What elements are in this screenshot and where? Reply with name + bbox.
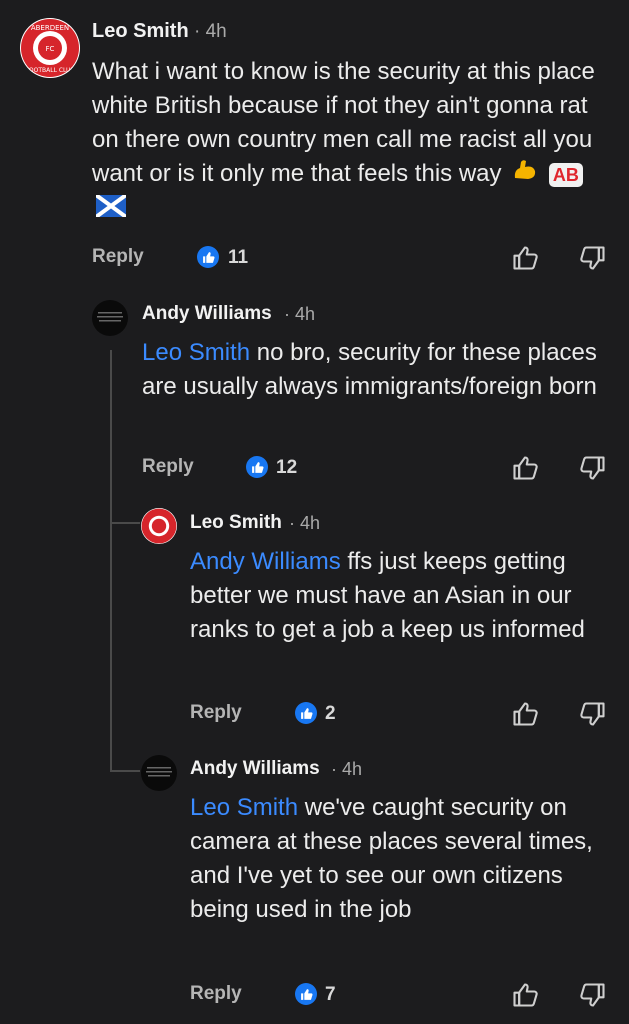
text-image-avatar-icon: [97, 312, 123, 322]
aberdeen-crest-icon: ABERDEEN FC FOOTBALL CLUB: [21, 19, 79, 77]
comment-time: · 4h: [284, 304, 316, 324]
comment-body: What i want to know is the security at t…: [92, 55, 612, 227]
comment-body: Leo Smith we've caught security on camer…: [190, 791, 610, 927]
like-count: 2: [325, 703, 336, 724]
thumbs-up-icon[interactable]: [511, 244, 539, 272]
svg-text:ABERDEEN: ABERDEEN: [31, 24, 69, 32]
reply-button[interactable]: Reply: [190, 702, 242, 724]
thumbs-up-icon[interactable]: [511, 981, 539, 1009]
thumbs-down-icon[interactable]: [579, 981, 607, 1009]
like-badge-icon: [295, 983, 317, 1005]
flexed-biceps-icon: [512, 158, 538, 192]
reply-button[interactable]: Reply: [142, 456, 194, 478]
thread-line-branch-2: [110, 770, 140, 772]
svg-text:FOOTBALL CLUB: FOOTBALL CLUB: [25, 67, 74, 74]
reply-button[interactable]: Reply: [92, 246, 144, 268]
avatar[interactable]: [92, 300, 128, 336]
comment-body: Leo Smith no bro, security for these pla…: [142, 336, 607, 404]
comment-author[interactable]: Andy Williams: [142, 303, 272, 325]
mention-link[interactable]: Leo Smith: [190, 794, 298, 821]
comment-author[interactable]: Andy Williams: [190, 758, 320, 780]
comment-body: Andy Williams ffs just keeps getting bet…: [190, 545, 610, 647]
aberdeen-crest-icon: [141, 508, 177, 544]
like-count: 7: [325, 984, 336, 1005]
thumbs-up-icon[interactable]: [511, 454, 539, 482]
like-badge-icon: [295, 702, 317, 724]
svg-text:FC: FC: [46, 45, 55, 53]
comment-author[interactable]: Leo Smith: [92, 20, 189, 43]
thumbs-up-icon[interactable]: [511, 700, 539, 728]
reply-button[interactable]: Reply: [190, 983, 242, 1005]
like-count: 12: [276, 457, 298, 478]
thumbs-down-icon[interactable]: [579, 700, 607, 728]
comment-author[interactable]: Leo Smith: [190, 512, 282, 534]
mention-link[interactable]: Leo Smith: [142, 339, 250, 366]
like-badge-icon: [197, 246, 219, 268]
text-image-avatar-icon: [146, 767, 172, 777]
avatar[interactable]: ABERDEEN FC FOOTBALL CLUB: [20, 18, 80, 78]
thumbs-down-icon[interactable]: [579, 454, 607, 482]
like-badge-icon: [246, 456, 268, 478]
avatar[interactable]: [141, 755, 177, 791]
comment-time: · 4h: [289, 513, 321, 533]
thread-line-main: [110, 350, 112, 770]
ab-emoji: AB: [548, 162, 583, 187]
comment-time: · 4h: [194, 21, 227, 42]
comment-time: · 4h: [331, 759, 363, 779]
scotland-flag-icon: [94, 192, 128, 227]
mention-link[interactable]: Andy Williams: [190, 548, 341, 575]
thumbs-down-icon[interactable]: [579, 244, 607, 272]
like-count: 11: [228, 247, 249, 268]
avatar[interactable]: [141, 508, 177, 544]
thread-line-branch-1: [110, 522, 140, 524]
